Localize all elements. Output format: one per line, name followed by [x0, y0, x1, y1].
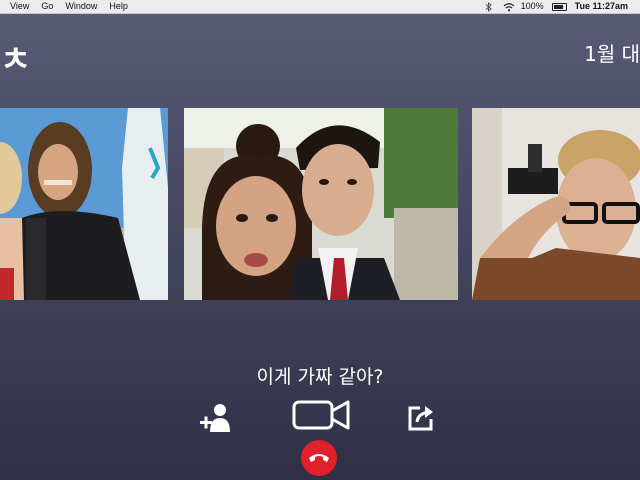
share-button[interactable]	[406, 402, 436, 432]
end-call-button[interactable]	[301, 440, 337, 476]
call-controls	[0, 398, 640, 438]
video-tile-left[interactable]	[0, 108, 168, 300]
participant-video-left	[0, 108, 168, 300]
video-tile-right[interactable]	[472, 108, 640, 300]
page-title: ㅊ	[0, 40, 31, 80]
menu-go[interactable]: Go	[41, 0, 53, 13]
battery-percentage: 100%	[520, 1, 544, 11]
menu-help[interactable]: Help	[109, 0, 128, 13]
menu-bar: View Go Window Help 100% Tue 11:27am	[0, 0, 640, 14]
menu-view[interactable]: View	[10, 0, 29, 13]
video-tile-center[interactable]	[184, 108, 458, 300]
video-toggle-button[interactable]	[292, 398, 350, 432]
end-call-icon	[309, 454, 329, 462]
add-person-icon	[200, 404, 230, 432]
battery-icon[interactable]	[551, 2, 567, 11]
menu-window[interactable]: Window	[65, 0, 97, 13]
video-camera-icon	[292, 400, 350, 430]
participant-video-right	[472, 108, 640, 300]
add-person-button[interactable]	[200, 402, 232, 432]
date-label: 1월 대	[584, 42, 640, 66]
clock[interactable]: Tue 11:27am	[575, 0, 628, 13]
participant-video-center	[184, 108, 458, 300]
share-icon	[408, 406, 433, 431]
subtitle-caption: 이게 가짜 같아?	[256, 366, 384, 388]
wifi-icon[interactable]	[503, 2, 514, 12]
bluetooth-icon[interactable]	[485, 1, 495, 12]
